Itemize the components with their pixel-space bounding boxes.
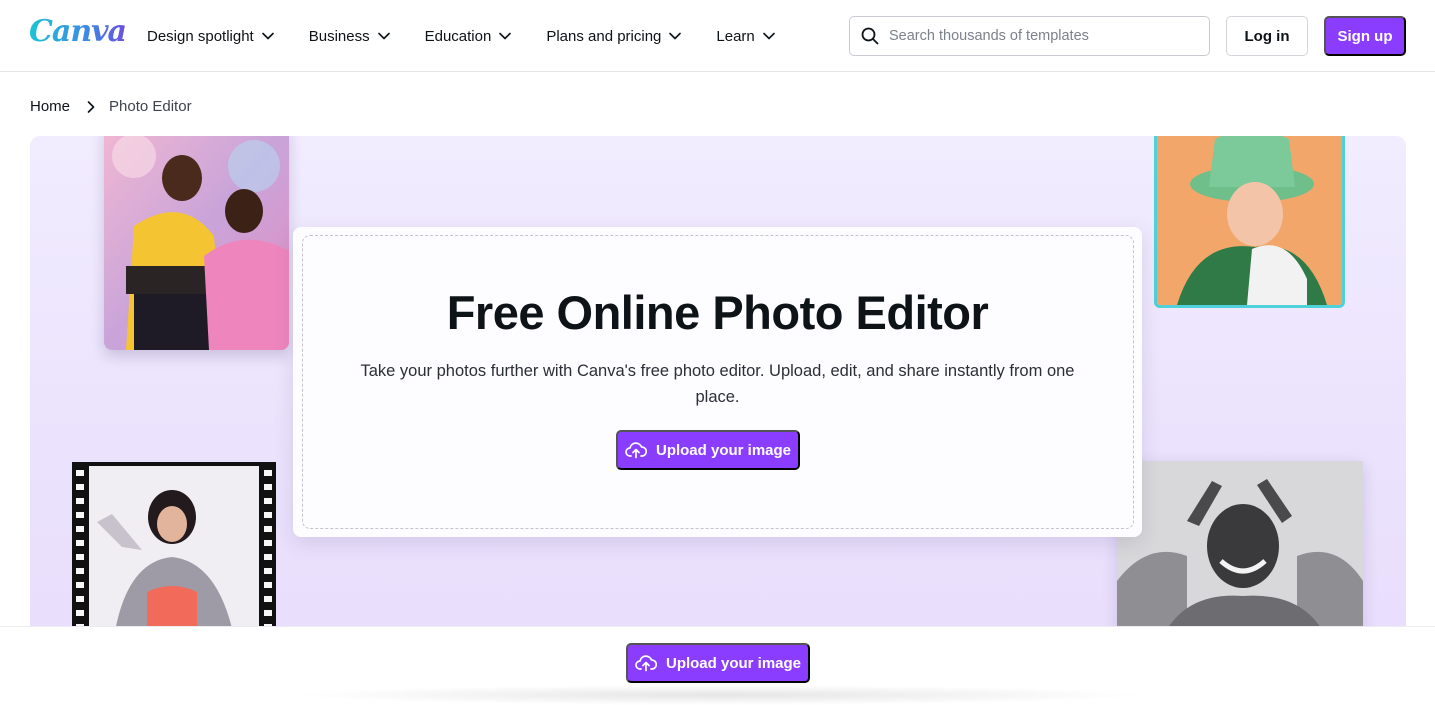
sticky-upload-image-button[interactable]: Upload your image bbox=[626, 643, 810, 683]
chevron-down-icon bbox=[762, 32, 775, 40]
nav-business[interactable]: Business bbox=[309, 28, 390, 45]
search-icon bbox=[861, 27, 879, 45]
hero-section: Free Online Photo Editor Take your photo… bbox=[30, 136, 1406, 636]
nav-learn[interactable]: Learn bbox=[716, 27, 775, 45]
main-nav: Design spotlight Business Education Plan… bbox=[147, 0, 810, 72]
upload-image-button[interactable]: Upload your image bbox=[616, 430, 800, 470]
search-box[interactable] bbox=[849, 16, 1210, 56]
sticky-bar-shadow bbox=[290, 685, 1150, 705]
chevron-down-icon bbox=[377, 32, 390, 40]
chevron-right-icon bbox=[87, 100, 95, 113]
nav-label: Learn bbox=[716, 27, 755, 45]
breadcrumb-current: Photo Editor bbox=[109, 98, 192, 115]
nav-label: Education bbox=[424, 27, 492, 45]
upload-button-label: Upload your image bbox=[665, 654, 802, 672]
site-header: Canva Design spotlight Business Educatio… bbox=[0, 0, 1435, 72]
hero-photo-friends bbox=[104, 136, 289, 350]
breadcrumb-home-link[interactable]: Home bbox=[30, 98, 70, 115]
hero-photo-smiling-man bbox=[1117, 461, 1363, 636]
nav-education[interactable]: Education bbox=[425, 28, 512, 45]
chevron-down-icon bbox=[499, 32, 512, 40]
page-title: Free Online Photo Editor bbox=[446, 286, 989, 339]
hero-photo-bucket-hat bbox=[1154, 136, 1345, 308]
signup-button[interactable]: Sign up bbox=[1324, 16, 1406, 56]
nav-label: Plans and pricing bbox=[546, 27, 662, 45]
nav-plans-and-pricing[interactable]: Plans and pricing bbox=[546, 27, 682, 45]
hero-photo-film-strip bbox=[72, 462, 276, 636]
search-input[interactable] bbox=[889, 28, 1189, 44]
cloud-upload-icon bbox=[625, 442, 647, 459]
nav-label: Business bbox=[308, 27, 370, 45]
hero-subtitle: Take your photos further with Canva's fr… bbox=[360, 362, 1075, 406]
login-button[interactable]: Log in bbox=[1226, 16, 1308, 56]
sticky-upload-bar: Upload your image bbox=[0, 626, 1435, 705]
upload-button-label: Upload your image bbox=[655, 441, 792, 459]
breadcrumb: Home Photo Editor bbox=[30, 98, 192, 115]
chevron-down-icon bbox=[261, 32, 274, 40]
cloud-upload-icon bbox=[635, 655, 657, 672]
hero-card: Free Online Photo Editor Take your photo… bbox=[293, 227, 1142, 537]
chevron-down-icon bbox=[669, 32, 682, 40]
nav-design-spotlight[interactable]: Design spotlight bbox=[147, 28, 274, 45]
canva-logo[interactable]: Canva bbox=[29, 14, 127, 49]
nav-label: Design spotlight bbox=[147, 27, 254, 45]
